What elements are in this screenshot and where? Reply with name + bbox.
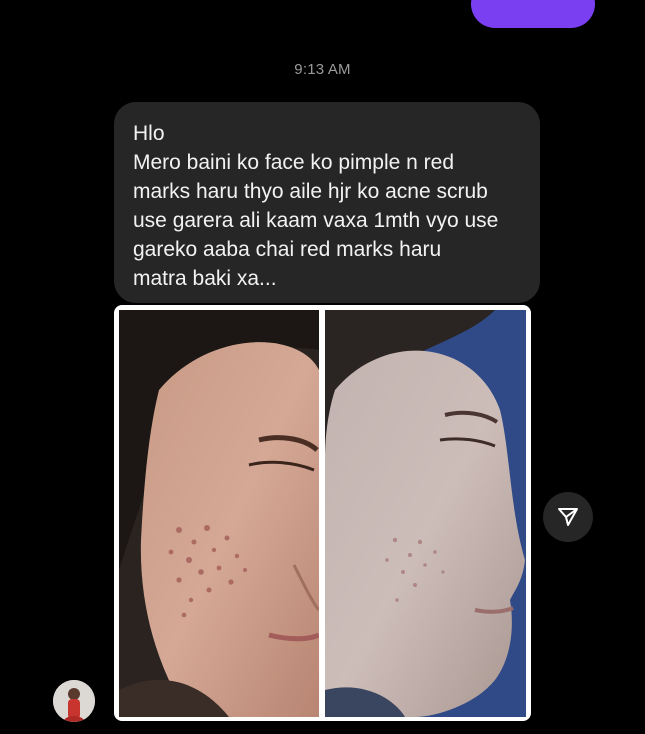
send-arrow-icon	[558, 508, 578, 526]
sent-message-bubble[interactable]	[471, 0, 595, 28]
photo-attachment[interactable]	[114, 305, 531, 721]
message-line: gareko aaba chai red marks haru	[133, 238, 442, 261]
user-avatar-icon	[53, 680, 95, 722]
sender-avatar[interactable]	[53, 680, 95, 722]
face-photo-before-icon	[119, 310, 319, 717]
message-line: matra baki xa...	[133, 267, 277, 290]
message-line: marks haru thyo aile hjr ko acne scrub	[133, 180, 488, 203]
message-line: Hlo	[133, 122, 165, 145]
share-button[interactable]	[543, 492, 593, 542]
before-photo[interactable]	[119, 310, 319, 717]
face-photo-after-icon	[325, 310, 526, 717]
received-message-bubble[interactable]: Hlo Mero baini ko face ko pimple n red m…	[114, 102, 540, 303]
message-line: Mero baini ko face ko pimple n red	[133, 151, 454, 174]
message-line: use garera ali kaam vaxa 1mth vyo use	[133, 209, 499, 232]
message-timestamp: 9:13 AM	[294, 61, 351, 78]
after-photo[interactable]	[325, 310, 526, 717]
